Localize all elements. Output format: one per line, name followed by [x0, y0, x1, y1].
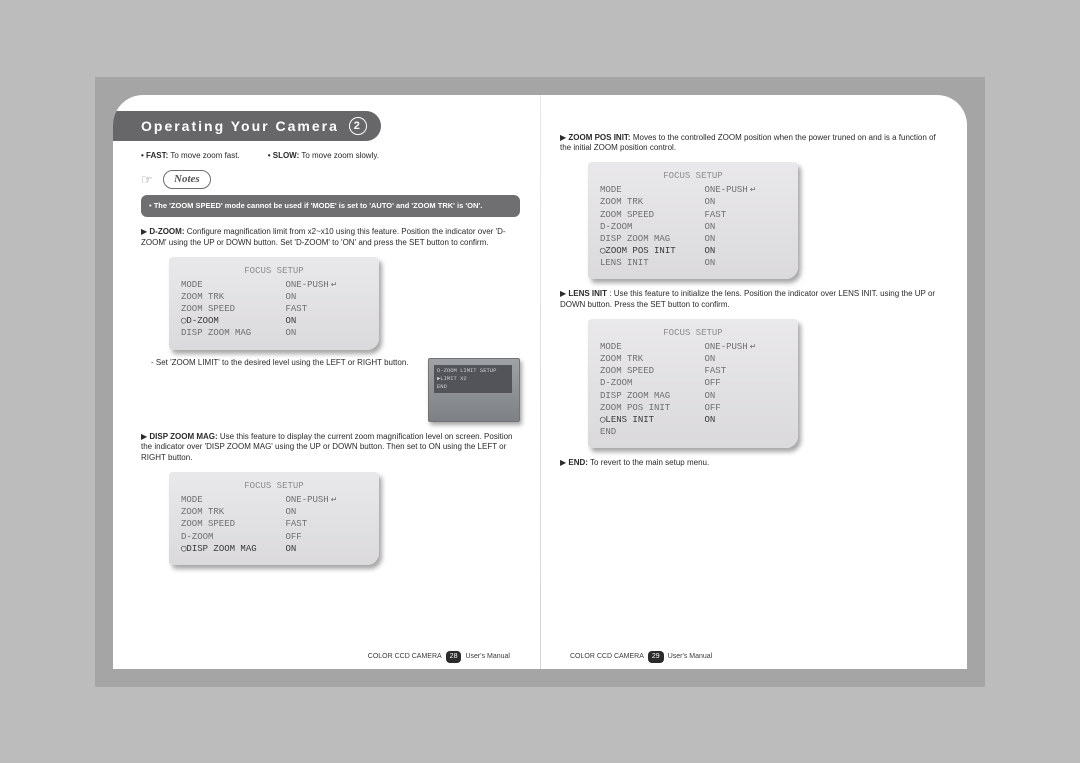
page-number: 28 — [446, 651, 462, 662]
zpi-label: ZOOM POS INIT: — [568, 133, 630, 142]
end-item: ▶ END: To revert to the main setup menu. — [560, 458, 939, 469]
osd-panel-1: FOCUS SETUP MODEONE-PUSH↵ ZOOM TRKON ZOO… — [169, 257, 379, 350]
osd-title: FOCUS SETUP — [598, 327, 788, 339]
fast-item: • FAST: To move zoom fast. — [141, 151, 240, 162]
note-text: The 'ZOOM SPEED' mode cannot be used if … — [154, 201, 483, 210]
dispmag-item: ▶ DISP ZOOM MAG: Use this feature to dis… — [141, 432, 520, 464]
mini-line-2: ▶LIMIT X2 — [437, 375, 509, 383]
dzoom-sub-text: - Set 'ZOOM LIMIT' to the desired level … — [151, 358, 418, 369]
dzoom-item: ▶ D-ZOOM: Configure magnification limit … — [141, 227, 520, 249]
mini-screen: D-ZOOM LIMIT SETUP ▶LIMIT X2 END — [428, 358, 520, 422]
chapter-number: 2 — [349, 117, 367, 135]
pages: Operating Your Camera 2 • FAST: To move … — [113, 95, 967, 669]
osd-panel-2: FOCUS SETUP MODEONE-PUSH↵ ZOOM TRKON ZOO… — [169, 472, 379, 565]
mini-line-3: END — [437, 383, 509, 391]
osd-table: MODEONE-PUSH↵ ZOOM TRKON ZOOM SPEEDFAST … — [179, 494, 369, 555]
lens-text: : Use this feature to initialize the len… — [560, 289, 935, 309]
notes-badge: ☞ Notes — [141, 170, 211, 189]
mini-line-1: D-ZOOM LIMIT SETUP — [437, 367, 509, 375]
slow-item: • SLOW: To move zoom slowly. — [268, 151, 379, 162]
osd-panel-3: FOCUS SETUP MODEONE-PUSH↵ ZOOM TRKON ZOO… — [588, 162, 798, 279]
slow-label: SLOW: — [273, 151, 300, 160]
section-header: Operating Your Camera 2 — [113, 111, 381, 142]
dzoom-text: Configure magnification limit from x2~x1… — [141, 227, 506, 247]
osd-title: FOCUS SETUP — [598, 170, 788, 182]
footer-left: COLOR CCD CAMERA 28 User's Manual — [368, 651, 510, 662]
section-title: Operating Your Camera — [141, 117, 339, 136]
speed-row: • FAST: To move zoom fast. • SLOW: To mo… — [141, 151, 520, 162]
footer-doc: User's Manual — [465, 652, 510, 661]
zpi-item: ▶ ZOOM POS INIT: Moves to the controlled… — [560, 133, 939, 155]
slow-text: To move zoom slowly. — [301, 151, 379, 160]
lens-label: LENS INIT — [568, 289, 607, 298]
fast-text: To move zoom fast. — [170, 151, 239, 160]
osd-table: MODEONE-PUSH↵ ZOOM TRKON ZOOM SPEEDFAST … — [598, 341, 788, 438]
osd-panel-4: FOCUS SETUP MODEONE-PUSH↵ ZOOM TRKON ZOO… — [588, 319, 798, 448]
osd-table: MODEONE-PUSH↵ ZOOM TRKON ZOOM SPEEDFAST◯… — [179, 279, 369, 340]
lens-item: ▶ LENS INIT : Use this feature to initia… — [560, 289, 939, 311]
footer-doc: User's Manual — [668, 652, 713, 661]
dzoom-label: D-ZOOM: — [149, 227, 184, 236]
notes-label: Notes — [163, 170, 211, 189]
fast-label: FAST: — [146, 151, 168, 160]
note-box: • The 'ZOOM SPEED' mode cannot be used i… — [141, 195, 520, 217]
osd-title: FOCUS SETUP — [179, 480, 369, 492]
page-left: Operating Your Camera 2 • FAST: To move … — [113, 95, 540, 669]
footer-product: COLOR CCD CAMERA — [570, 652, 644, 661]
osd-title: FOCUS SETUP — [179, 265, 369, 277]
dispmag-label: DISP ZOOM MAG: — [149, 432, 217, 441]
footer-product: COLOR CCD CAMERA — [368, 652, 442, 661]
page-number: 29 — [648, 651, 664, 662]
hand-icon: ☞ — [141, 173, 157, 187]
dzoom-sub-row: - Set 'ZOOM LIMIT' to the desired level … — [151, 358, 520, 422]
footer-right: COLOR CCD CAMERA 29 User's Manual — [570, 651, 712, 662]
page-right: ▶ ZOOM POS INIT: Moves to the controlled… — [540, 95, 967, 669]
osd-table: MODEONE-PUSH↵ ZOOM TRKON ZOOM SPEEDFAST … — [598, 184, 788, 269]
manual-spread: Operating Your Camera 2 • FAST: To move … — [95, 77, 985, 687]
end-label: END: — [568, 458, 588, 467]
end-text: To revert to the main setup menu. — [590, 458, 709, 467]
